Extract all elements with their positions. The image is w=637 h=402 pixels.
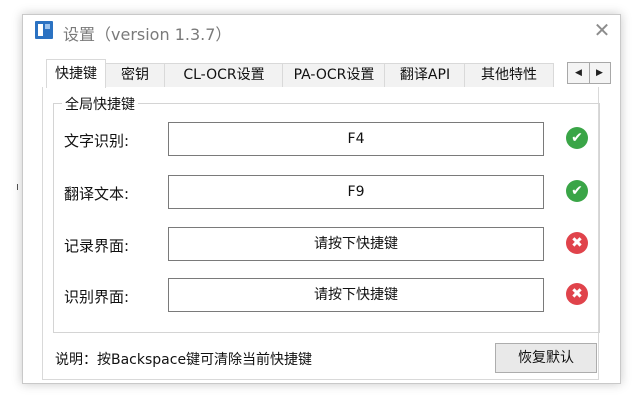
tab-scroll-left-icon[interactable]: ◀ [568, 63, 590, 83]
tab-shortcuts[interactable]: 快捷键 [46, 59, 106, 88]
group-title: 全局快捷键 [62, 94, 138, 114]
shortcut-label-record-ui: 记录界面: [64, 237, 130, 255]
shortcuts-panel: 全局快捷键 文字识别: F4 ✔ 翻译文本: F9 ✔ 记录界面: 请按下快捷键… [42, 87, 600, 380]
error-icon: ✖ [566, 232, 588, 254]
tab-pa-ocr[interactable]: PA-OCR设置 [282, 63, 386, 87]
settings-window: 设置（version 1.3.7） ✕ 快捷键 密钥 CL-OCR设置 PA-O… [22, 14, 621, 384]
shortcut-field-translate[interactable]: F9 [168, 175, 544, 209]
shortcut-field-ocr[interactable]: F4 [168, 122, 544, 156]
check-icon: ✔ [566, 180, 588, 202]
check-icon: ✔ [566, 127, 588, 149]
background-mark [17, 184, 18, 190]
window-title: 设置（version 1.3.7） [63, 25, 232, 44]
tab-other-features[interactable]: 其他特性 [464, 63, 554, 87]
tab-bar: 快捷键 密钥 CL-OCR设置 PA-OCR设置 翻译API 其他特性 [42, 59, 562, 88]
global-shortcuts-group: 全局快捷键 文字识别: F4 ✔ 翻译文本: F9 ✔ 记录界面: 请按下快捷键… [53, 94, 600, 333]
tab-translate-api[interactable]: 翻译API [384, 63, 466, 87]
tab-keys[interactable]: 密钥 [104, 63, 166, 87]
shortcut-field-record-ui[interactable]: 请按下快捷键 [168, 227, 544, 261]
tab-cl-ocr[interactable]: CL-OCR设置 [164, 63, 284, 87]
shortcut-label-ocr-ui: 识别界面: [64, 288, 130, 306]
shortcut-label-ocr: 文字识别: [64, 132, 130, 150]
tab-scroll-control: ◀ ▶ [567, 62, 611, 84]
app-icon [35, 21, 53, 39]
error-icon: ✖ [566, 283, 588, 305]
shortcut-label-translate: 翻译文本: [64, 185, 130, 203]
close-button[interactable]: ✕ [588, 17, 616, 43]
title-bar: 设置（version 1.3.7） ✕ [23, 15, 620, 47]
reset-defaults-button[interactable]: 恢复默认 [495, 343, 597, 373]
backspace-note: 说明：按Backspace键可清除当前快捷键 [55, 352, 313, 368]
shortcut-field-ocr-ui[interactable]: 请按下快捷键 [168, 278, 544, 312]
tab-scroll-right-icon[interactable]: ▶ [589, 63, 610, 83]
